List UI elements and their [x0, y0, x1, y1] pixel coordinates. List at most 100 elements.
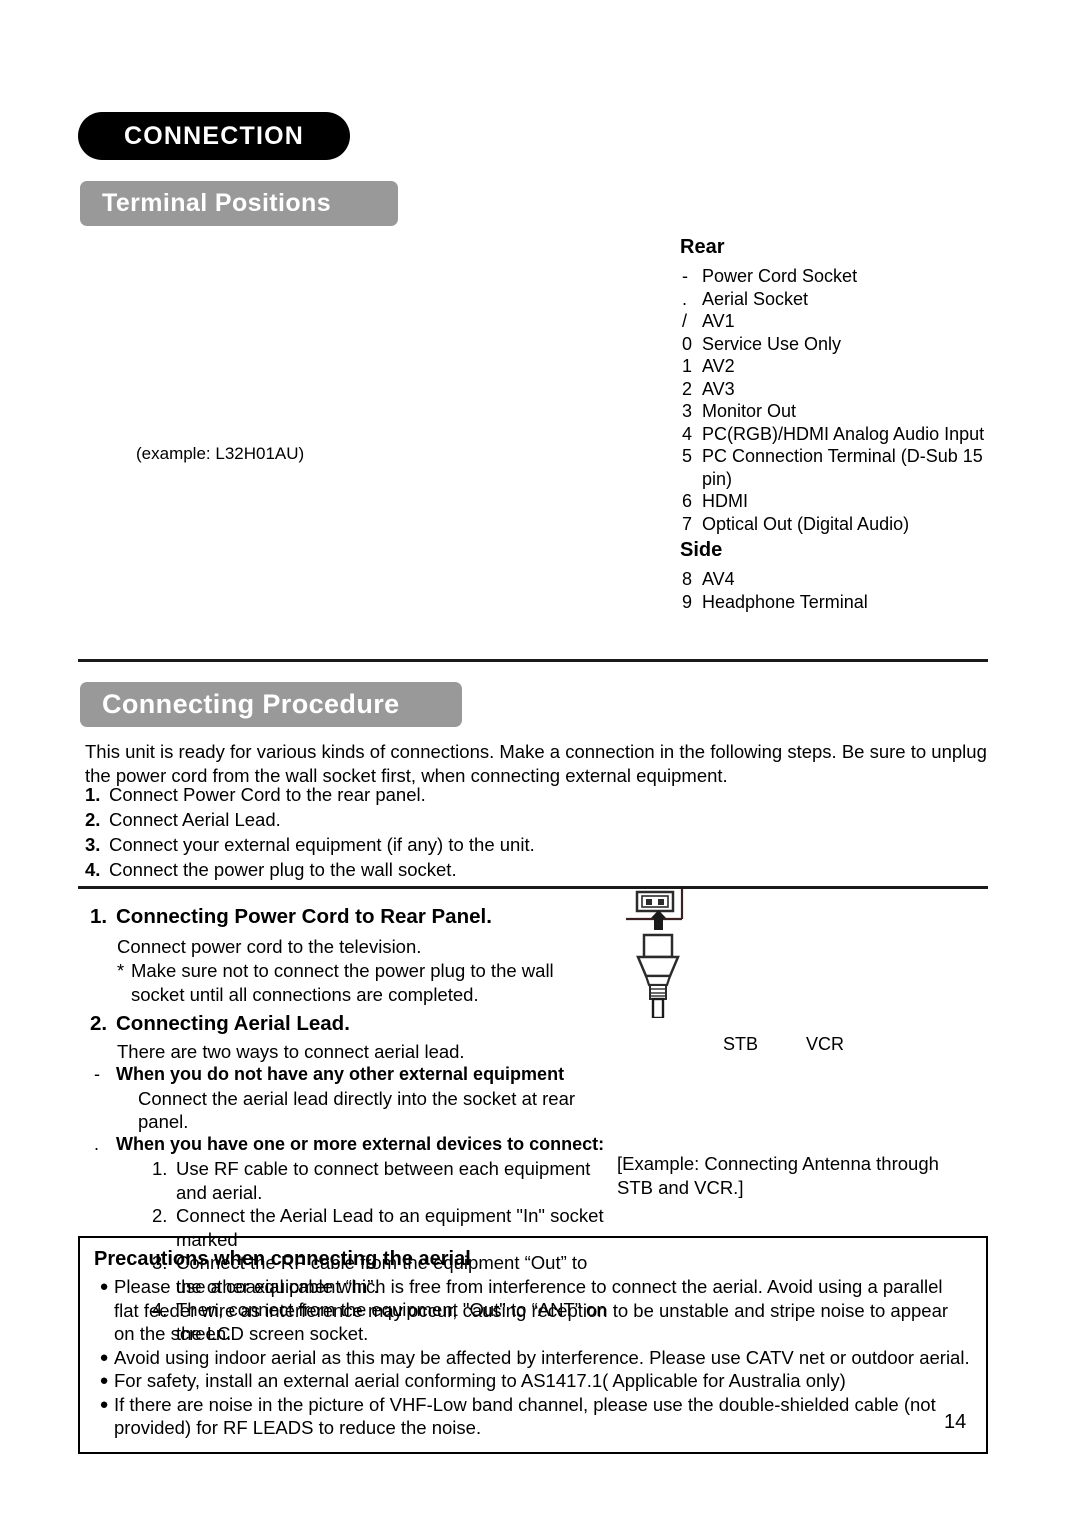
note-text: Make sure not to connect the power plug … [131, 960, 554, 1005]
rear-terminal-block: Rear - Power Cord Socket . Aerial Socket /… [680, 236, 990, 535]
power-cord-illustration [612, 888, 708, 1020]
list-item-label: AV4 [702, 569, 735, 589]
subsection-heading-text: Connecting Power Cord to Rear Panel. [116, 905, 492, 928]
list-marker: . [682, 288, 688, 309]
aerial-way-one-desc: Connect the aerial lead directly into th… [138, 1088, 576, 1132]
list-item: 3 Monitor Out [680, 400, 990, 423]
aerial-way-two: . When you have one or more external dev… [90, 1133, 610, 1156]
list-item-label: AV2 [702, 356, 735, 376]
aerial-lead-intro: There are two ways to connect aerial lea… [117, 1041, 465, 1062]
list-item: 1 AV2 [680, 355, 990, 378]
page-number: 14 [944, 1411, 967, 1433]
list-item-label: Service Use Only [702, 333, 842, 354]
precautions-box: Precautions when connecting the aerial ●… [78, 1236, 988, 1454]
list-item: - Power Cord Socket [680, 265, 990, 288]
bullet-icon: ● [99, 1395, 109, 1413]
section-heading-connecting-procedure: Connecting Procedure [80, 682, 462, 727]
list-item: ● Avoid using indoor aerial as this may b… [94, 1346, 972, 1370]
rear-terminal-title: Rear [680, 236, 725, 258]
list-item: 2 AV3 [680, 378, 990, 401]
precaution-text: Avoid using indoor aerial as this may be… [114, 1346, 970, 1368]
list-item-label: Power Cord Socket [702, 266, 858, 286]
bullet-icon: ● [99, 1348, 109, 1366]
subsection-heading-power-cord: 1. Connecting Power Cord to Rear Panel. [90, 905, 492, 929]
step-number: 4. [85, 859, 101, 880]
list-item-label: Optical Out (Digital Audio) [702, 513, 910, 534]
aerial-way-one: - When you do not have any other externa… [90, 1063, 610, 1086]
list-marker: 8 [682, 569, 693, 589]
list-marker: / [682, 311, 688, 331]
list-item-label: Aerial Socket [702, 288, 809, 309]
list-item-label: AV1 [702, 311, 735, 331]
side-terminal-list: 8 AV4 9 Headphone Terminal [680, 568, 990, 613]
precautions-title: Precautions when connecting the aerial [94, 1248, 471, 1270]
way-marker: - [94, 1064, 100, 1084]
list-item: 1. Use RF cable to connect between each e… [152, 1157, 610, 1204]
list-item: 8 AV4 [680, 568, 990, 591]
list-marker: 1 [682, 356, 693, 376]
diagram-caption: [Example: Connecting Antenna through STB… [617, 1153, 939, 1198]
section-divider [78, 659, 988, 662]
list-marker: 2 [682, 378, 693, 399]
side-terminal-block: Side 8 AV4 9 Headphone Terminal [680, 539, 990, 613]
list-item: 0 Service Use Only [680, 333, 990, 356]
precaution-text: If there are noise in the picture of VHF… [114, 1393, 936, 1439]
list-item: / AV1 [680, 310, 990, 333]
list-item: 9 Headphone Terminal [680, 591, 990, 614]
figure-example-caption: (example: L32H01AU) [136, 444, 305, 463]
list-marker: 6 [682, 491, 693, 511]
subsection-number: 1. [90, 905, 108, 928]
precaution-text: Please use a coaxial cable which is free… [114, 1276, 949, 1344]
section-heading-terminal-positions: Terminal Positions [80, 181, 398, 226]
bullet-icon: ● [99, 1278, 109, 1295]
list-marker: 9 [682, 591, 693, 612]
list-marker: 7 [682, 513, 693, 534]
diagram-label-vcr: VCR [806, 1034, 845, 1054]
list-item-label: HDMI [702, 491, 748, 511]
section-heading-connecting-procedure-text: Connecting Procedure [102, 689, 400, 719]
subsection-body-power-cord: Connect power cord to the television. * … [117, 935, 605, 1007]
rear-terminal-list: - Power Cord Socket . Aerial Socket / AV1 0… [680, 265, 990, 535]
step-number: 3. [85, 834, 101, 855]
way-title: When you have one or more external devic… [116, 1134, 605, 1154]
bullet-icon: ● [99, 1372, 109, 1389]
list-item-label: Monitor Out [702, 401, 797, 421]
subsection-number: 2. [90, 1012, 108, 1035]
chapter-title-pill: CONNECTION [78, 112, 350, 160]
subsection-heading-aerial-lead: 2. Connecting Aerial Lead. [90, 1012, 350, 1036]
list-item: ● For safety, install an external aerial … [94, 1369, 972, 1393]
list-item: 2. Connect Aerial Lead. [85, 807, 990, 832]
list-marker: 3 [682, 401, 693, 421]
list-marker: 0 [682, 333, 693, 354]
diagram-label-stb: STB [723, 1034, 759, 1054]
power-cord-instruction: Connect power cord to the television. [117, 936, 422, 957]
step-text: Connect your external equipment (if any)… [109, 834, 535, 855]
subsection-heading-text: Connecting Aerial Lead. [116, 1012, 350, 1035]
list-item: 3. Connect your external equipment (if an… [85, 832, 990, 857]
precautions-list: ● Please use a coaxial cable which is fre… [94, 1275, 972, 1440]
procedure-steps-list: 1. Connect Power Cord to the rear panel. … [85, 782, 990, 882]
list-item: . Aerial Socket [680, 288, 990, 311]
chapter-title-text: CONNECTION [123, 121, 305, 150]
list-item-label: PC Connection Terminal (D-Sub 15 pin) [702, 446, 983, 489]
list-marker: 5 [682, 446, 693, 466]
step-text: Connect Power Cord to the rear panel. [109, 784, 426, 805]
substep-number: 1. [152, 1158, 168, 1179]
list-item: ● Please use a coaxial cable which is fre… [94, 1275, 972, 1346]
list-marker: 4 [682, 423, 693, 444]
section-divider [78, 886, 988, 889]
procedure-intro-text: This unit is ready for various kinds of … [85, 741, 987, 786]
precaution-text: For safety, install an external aerial c… [114, 1370, 846, 1391]
list-item-label: PC(RGB)/HDMI Analog Audio Input [702, 423, 985, 444]
note-marker: * [117, 960, 125, 981]
list-marker: - [682, 266, 688, 286]
step-number: 1. [85, 784, 101, 805]
substep-text: Use RF cable to connect between each equ… [176, 1158, 591, 1203]
power-cord-note: * Make sure not to connect the power plu… [117, 959, 605, 1007]
list-item: 5 PC Connection Terminal (D-Sub 15 pin) [680, 445, 990, 490]
list-item: 7 Optical Out (Digital Audio) [680, 513, 990, 536]
way-marker: . [94, 1134, 100, 1154]
list-item: ● If there are noise in the picture of VH… [94, 1393, 972, 1440]
list-item-label: AV3 [702, 378, 735, 399]
list-item: 6 HDMI [680, 490, 990, 513]
